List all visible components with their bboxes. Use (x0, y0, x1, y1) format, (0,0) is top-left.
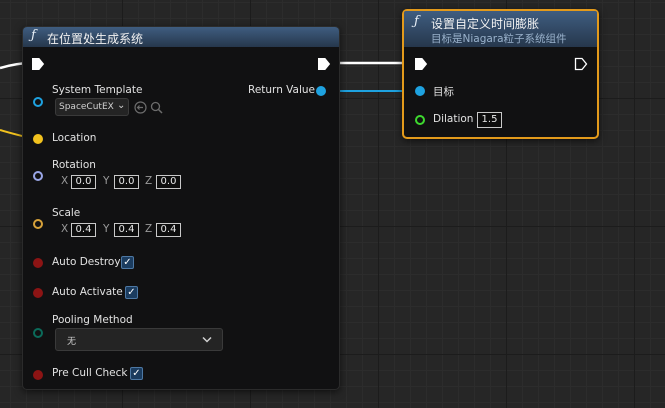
reset-arrow-icon[interactable] (134, 101, 147, 114)
pooling-method-pin[interactable] (33, 328, 43, 338)
set-custom-time-dilation-node[interactable]: ƒ 设置自定义时间膨胀 目标是Niagara粒子系统组件 目标 Dilation… (402, 9, 599, 139)
dilation-pin[interactable] (415, 115, 425, 125)
scale-label: Scale (52, 207, 81, 219)
target-label: 目标 (433, 86, 454, 98)
rotation-x-label: X (61, 175, 69, 187)
node-title: 在位置处生成系统 (47, 32, 144, 46)
target-pin[interactable] (415, 86, 425, 96)
scale-x-label: X (61, 223, 69, 235)
scale-pin[interactable] (33, 219, 43, 229)
rotation-y-input[interactable]: 0.0 (114, 175, 139, 189)
exec-input-pin[interactable] (414, 57, 428, 71)
system-template-dropdown[interactable]: SpaceCutEX ⌄ (55, 98, 129, 116)
auto-activate-checkbox[interactable]: ✓ (125, 286, 138, 299)
system-template-value: SpaceCutEX (59, 102, 114, 112)
spawn-system-at-location-node[interactable]: ƒ 在位置处生成系统 Return Value System Template … (22, 26, 340, 390)
auto-destroy-label: Auto Destroy (52, 256, 121, 268)
scale-x-input[interactable]: 0.4 (71, 223, 96, 237)
return-value-pin[interactable] (316, 86, 326, 96)
rotation-label: Rotation (52, 159, 96, 171)
return-value-label: Return Value (248, 84, 316, 96)
search-icon[interactable] (150, 101, 163, 114)
rotation-pin[interactable] (33, 171, 43, 181)
pooling-method-dropdown[interactable]: 无 (55, 328, 223, 351)
auto-destroy-pin[interactable] (33, 258, 43, 268)
chevron-down-icon (202, 336, 212, 343)
location-label: Location (52, 132, 97, 144)
dilation-label: Dilation (433, 113, 474, 125)
scale-z-input[interactable]: 0.4 (156, 223, 181, 237)
function-icon: ƒ (31, 28, 36, 43)
pooling-method-label: Pooling Method (52, 314, 133, 326)
exec-input-pin[interactable] (31, 57, 45, 71)
pooling-method-value: 无 (67, 337, 77, 347)
location-pin[interactable] (33, 134, 43, 144)
dilation-input[interactable]: 1.5 (477, 112, 502, 128)
rotation-z-input[interactable]: 0.0 (156, 175, 181, 189)
rotation-y-label: Y (103, 175, 110, 187)
scale-y-input[interactable]: 0.4 (114, 223, 139, 237)
scale-y-label: Y (103, 223, 110, 235)
rotation-x-input[interactable]: 0.0 (71, 175, 96, 189)
chevron-down-icon: ⌄ (117, 100, 126, 111)
exec-output-pin[interactable] (574, 57, 588, 71)
function-icon: ƒ (414, 14, 419, 29)
pre-cull-check-label: Pre Cull Check (52, 367, 128, 379)
exec-output-pin[interactable] (317, 57, 331, 71)
scale-z-label: Z (145, 223, 153, 235)
pre-cull-check-checkbox[interactable]: ✓ (130, 367, 143, 380)
rotation-z-label: Z (145, 175, 153, 187)
node-title: 设置自定义时间膨胀 (431, 17, 540, 31)
pre-cull-check-pin[interactable] (33, 370, 43, 380)
system-template-pin[interactable] (33, 97, 43, 107)
system-template-label: System Template (52, 84, 143, 96)
auto-destroy-checkbox[interactable]: ✓ (121, 256, 134, 269)
auto-activate-pin[interactable] (33, 288, 43, 298)
node-subtitle: 目标是Niagara粒子系统组件 (431, 33, 567, 45)
auto-activate-label: Auto Activate (52, 286, 123, 298)
